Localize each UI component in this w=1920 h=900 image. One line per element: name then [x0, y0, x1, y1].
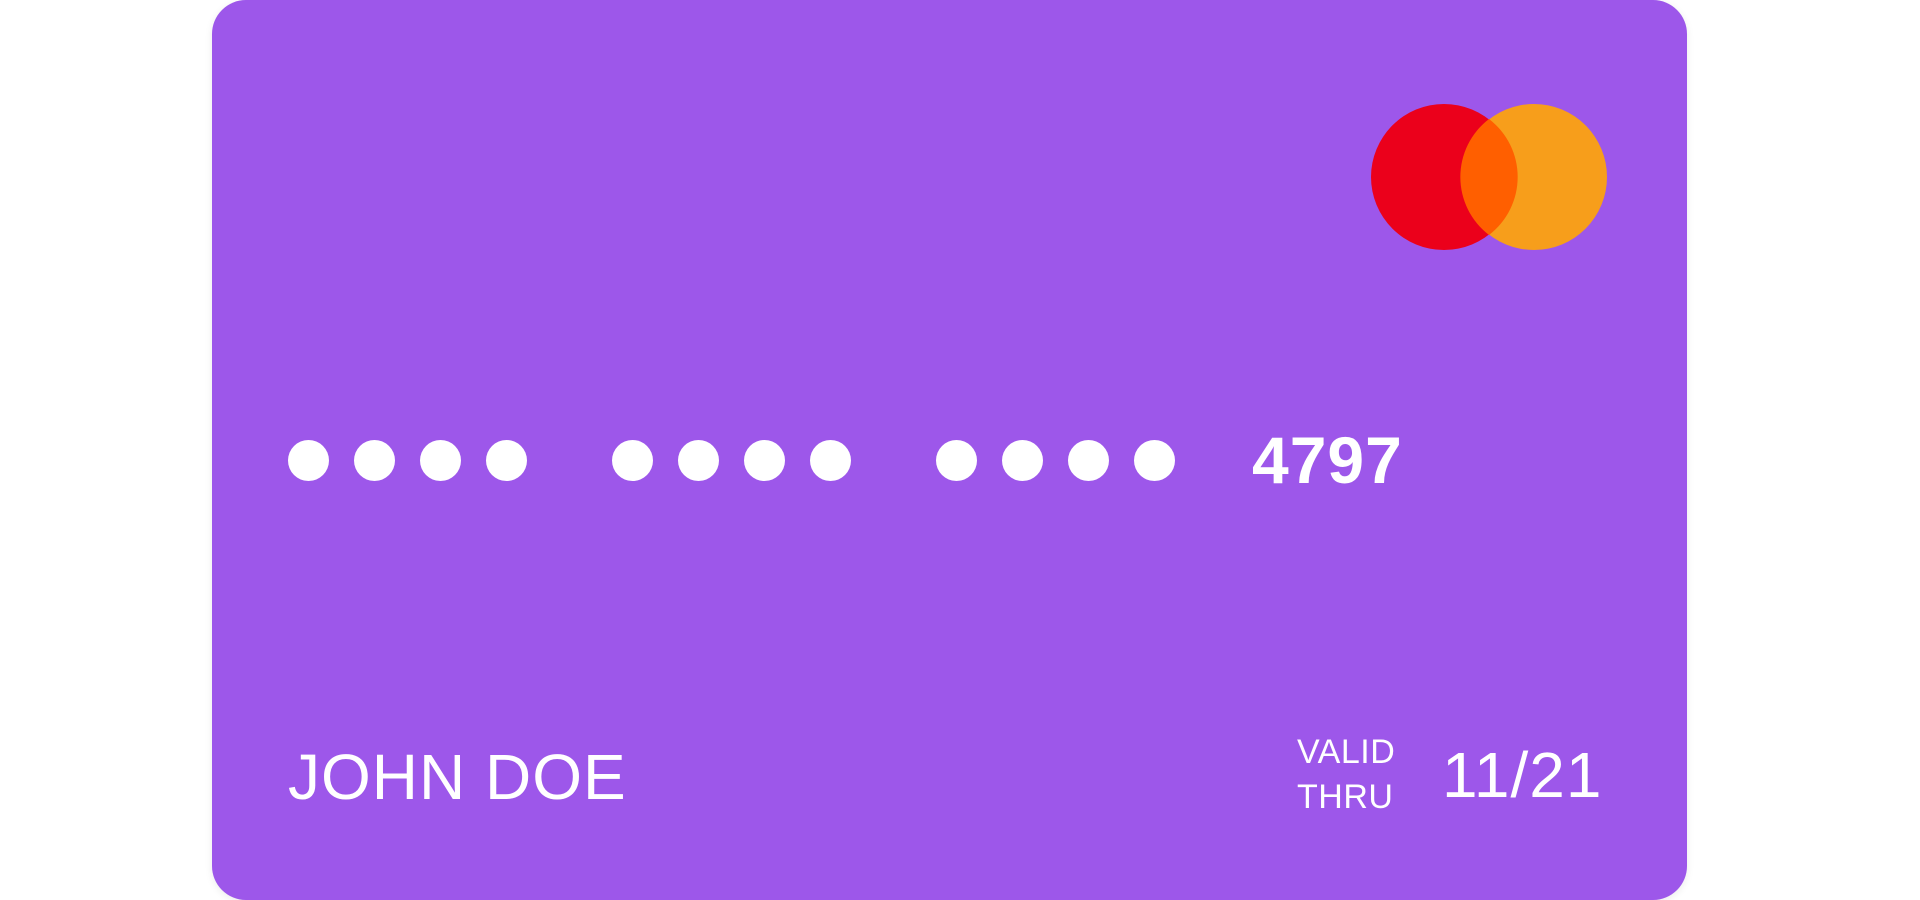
payment-card: 4797 JOHN DOE VALID THRU 11/21: [212, 0, 1687, 900]
masked-digit-dot: [288, 439, 329, 481]
masked-digit-dot: [612, 439, 653, 481]
valid-label-line2: THRU: [1297, 778, 1394, 816]
masked-digit-dot: [420, 439, 461, 481]
masked-digit-dot: [1002, 439, 1043, 481]
masked-digit-dot: [486, 439, 527, 481]
masked-group-2: [612, 439, 851, 481]
valid-label-line1: VALID: [1297, 733, 1396, 771]
masked-digit-dot: [744, 439, 785, 481]
masked-digit-dot: [1134, 439, 1175, 481]
masked-digit-dot: [354, 439, 395, 481]
masked-digit-dot: [678, 439, 719, 481]
cardholder-name: JOHN DOE: [288, 741, 627, 813]
card-last-four: 4797: [1252, 423, 1403, 497]
valid-thru-label: VALID THRU: [1297, 730, 1417, 820]
masked-digit-dot: [810, 439, 851, 481]
mastercard-logo-icon: [1369, 102, 1609, 252]
masked-digit-dot: [936, 439, 977, 481]
expiry-date: 11/21: [1442, 739, 1603, 811]
card-number: 4797: [288, 425, 1403, 495]
masked-group-1: [288, 439, 527, 481]
masked-digit-dot: [1068, 439, 1109, 481]
validity-block: VALID THRU 11/21: [1297, 733, 1602, 817]
masked-group-3: [936, 439, 1175, 481]
